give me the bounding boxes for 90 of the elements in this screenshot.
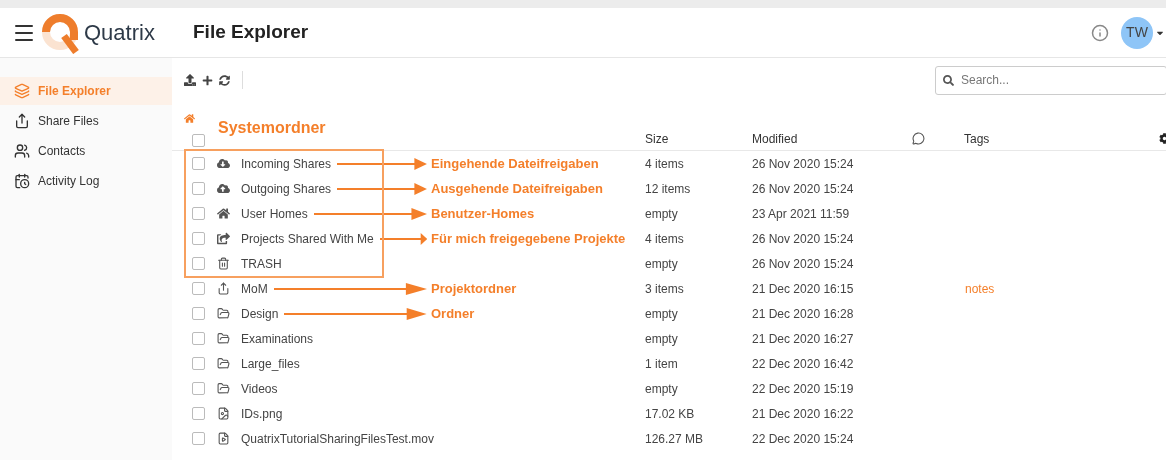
annotation-label: Projektordner — [431, 279, 517, 298]
layers-icon — [14, 83, 30, 99]
file-name[interactable]: Incoming Shares — [241, 154, 332, 173]
row-checkbox[interactable] — [192, 332, 205, 345]
row-checkbox[interactable] — [192, 282, 205, 295]
logo-icon — [40, 11, 82, 54]
row-checkbox[interactable] — [192, 232, 205, 245]
annotation-label: Eingehende Dateifreigaben — [431, 154, 599, 173]
column-header[interactable]: Modified — [752, 129, 912, 148]
modified-cell-text: 21 Dec 2020 16:28 — [752, 305, 855, 323]
file-name[interactable]: QuatrixTutorialSharingFilesTest.mov — [241, 429, 434, 448]
cloud-upload-icon — [217, 182, 230, 195]
sidebar-item[interactable]: Contacts — [0, 137, 172, 165]
size-cell-text: empty — [645, 255, 679, 273]
calendar-icon — [14, 173, 30, 189]
row-checkbox[interactable] — [192, 207, 205, 220]
contacts-icon — [14, 143, 30, 159]
modified-cell-text: 21 Dec 2020 16:27 — [752, 330, 855, 348]
upload-icon[interactable] — [184, 74, 196, 86]
modified-cell-text: 26 Nov 2020 15:24 — [752, 180, 855, 198]
modified-cell-text: 22 Dec 2020 15:19 — [752, 380, 855, 398]
search-field[interactable]: Search... — [935, 65, 1166, 95]
annotation-arrow — [379, 232, 427, 245]
image-file-icon — [217, 407, 230, 420]
modified-cell-text: 26 Nov 2020 15:24 — [752, 255, 855, 273]
size-cell-text: 126.27 MB — [645, 430, 705, 448]
size-cell-text: 4 items — [645, 155, 685, 173]
modified-cell-text: 26 Nov 2020 15:24 — [752, 155, 855, 173]
size-cell-text: 17.02 KB — [645, 405, 696, 423]
row-checkbox[interactable] — [192, 382, 205, 395]
group-heading: Systemordner — [218, 118, 326, 138]
column-header[interactable]: Tags — [964, 129, 990, 148]
size-cell-text: 12 items — [645, 180, 692, 198]
size-cell-text: 1 item — [645, 355, 679, 373]
comment-icon — [912, 132, 925, 145]
file-name[interactable]: Projects Shared With Me — [241, 229, 374, 248]
file-name[interactable]: TRASH — [241, 254, 282, 273]
folder-icon — [217, 332, 230, 345]
row-checkbox[interactable] — [192, 307, 205, 320]
size-cell-text: empty — [645, 330, 679, 348]
row-checkbox[interactable] — [192, 157, 205, 170]
video-file-icon — [217, 432, 230, 445]
modified-cell-text: 22 Dec 2020 16:42 — [752, 355, 855, 373]
size-cell-text: 3 items — [645, 280, 685, 298]
row-checkbox[interactable] — [192, 357, 205, 370]
annotation-label: Für mich freigegebene Projekte — [431, 229, 626, 248]
annotation-label: Benutzer-Homes — [431, 204, 535, 223]
logo-text: Quatrix — [84, 19, 156, 47]
file-name[interactable]: IDs.png — [241, 404, 283, 423]
folder-icon — [217, 307, 230, 320]
info-icon[interactable] — [1091, 23, 1109, 42]
row-checkbox[interactable] — [192, 182, 205, 195]
row-checkbox[interactable] — [192, 432, 205, 445]
trash-icon — [217, 257, 230, 270]
file-name[interactable]: MoM — [241, 279, 268, 298]
sidebar-item[interactable]: Share Files — [0, 107, 172, 135]
row-checkbox[interactable] — [192, 257, 205, 270]
file-name[interactable]: Large_files — [241, 354, 300, 373]
modified-cell-text: 23 Apr 2021 11:59 — [752, 205, 851, 223]
file-name[interactable]: Videos — [241, 379, 278, 398]
refresh-icon[interactable] — [219, 74, 230, 86]
sidebar-item[interactable]: Activity Log — [0, 167, 172, 195]
size-cell-text: empty — [645, 305, 679, 323]
modified-cell-text: 21 Dec 2020 16:15 — [752, 280, 855, 298]
add-icon[interactable] — [202, 74, 213, 86]
file-name[interactable]: User Homes — [241, 204, 308, 223]
page-title: File Explorer — [193, 20, 309, 45]
size-cell-text: empty — [645, 205, 679, 223]
file-name[interactable]: Design — [241, 304, 279, 323]
row-checkbox[interactable] — [192, 133, 205, 147]
cloud-download-icon — [217, 157, 230, 170]
home-icon — [217, 207, 230, 220]
search-icon — [943, 74, 954, 86]
modified-cell-text: 26 Nov 2020 15:24 — [752, 230, 855, 248]
home-breadcrumb-icon[interactable] — [184, 113, 195, 124]
file-name[interactable]: Examinations — [241, 329, 314, 348]
modified-cell-text: 21 Dec 2020 16:22 — [752, 405, 855, 423]
size-cell-text: empty — [645, 380, 679, 398]
user-avatar[interactable]: TW — [1121, 16, 1153, 49]
annotation-label: Ordner — [431, 304, 475, 323]
annotation-label: Ausgehende Dateifreigaben — [431, 179, 603, 198]
file-name[interactable]: Outgoing Shares — [241, 179, 332, 198]
folder-icon — [217, 357, 230, 370]
size-cell-text: 4 items — [645, 230, 685, 248]
shared-folder-icon — [217, 232, 230, 245]
row-checkbox[interactable] — [192, 407, 205, 420]
folder-icon — [217, 382, 230, 395]
share-icon — [14, 113, 30, 129]
column-header[interactable]: Size — [645, 129, 752, 148]
modified-cell-text: 22 Dec 2020 15:24 — [752, 430, 855, 448]
